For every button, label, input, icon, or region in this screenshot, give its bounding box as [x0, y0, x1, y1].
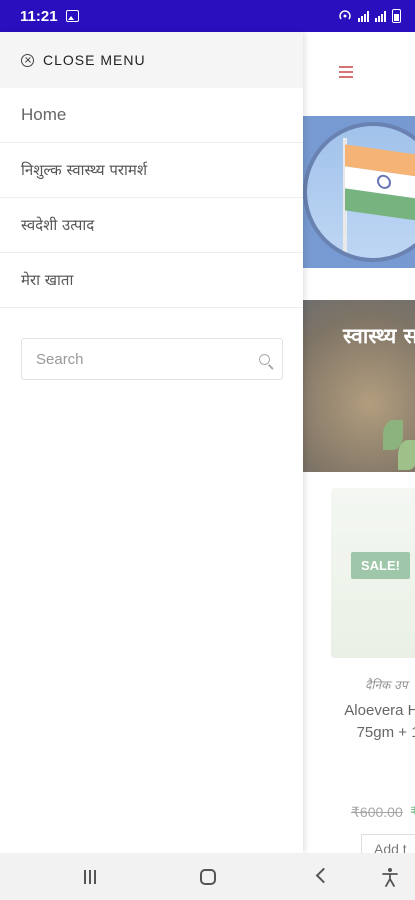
image-notification-icon [65, 10, 79, 22]
side-drawer: CLOSE MENU Home निशुल्क स्वास्थ्य परामर्… [0, 32, 303, 853]
menu-item-label: मेरा खाता [21, 271, 74, 289]
accessibility-icon[interactable] [380, 867, 400, 887]
home-icon[interactable] [200, 869, 216, 885]
close-menu-label: CLOSE MENU [43, 52, 146, 68]
menu-item-swadeshi-products[interactable]: स्वदेशी उत्पाद [0, 198, 303, 253]
search-icon[interactable] [259, 353, 270, 365]
status-time: 11:21 [20, 7, 58, 25]
hotspot-icon [339, 10, 351, 20]
menu-item-label: Home [21, 105, 67, 124]
search-box [21, 338, 283, 380]
recent-apps-icon[interactable] [84, 870, 96, 884]
status-bar: 11:21 [0, 0, 415, 32]
close-menu-button[interactable]: CLOSE MENU [0, 32, 303, 88]
back-icon[interactable] [315, 867, 332, 884]
battery-icon [392, 9, 401, 23]
menu-item-label: निशुल्क स्वास्थ्य परामर्श [21, 161, 148, 179]
menu-item-label: स्वदेशी उत्पाद [21, 216, 95, 234]
signal-1-icon [358, 10, 369, 22]
menu-item-my-account[interactable]: मेरा खाता [0, 253, 303, 308]
signal-2-icon [375, 10, 386, 22]
status-right [338, 9, 401, 23]
search-input[interactable] [34, 349, 259, 369]
menu-item-home[interactable]: Home [0, 88, 303, 143]
system-nav-bar [0, 853, 415, 900]
status-left: 11:21 [20, 8, 79, 25]
close-icon [21, 53, 34, 67]
drawer-scrim[interactable] [303, 32, 415, 853]
menu-item-free-health-consultation[interactable]: निशुल्क स्वास्थ्य परामर्श [0, 143, 303, 198]
